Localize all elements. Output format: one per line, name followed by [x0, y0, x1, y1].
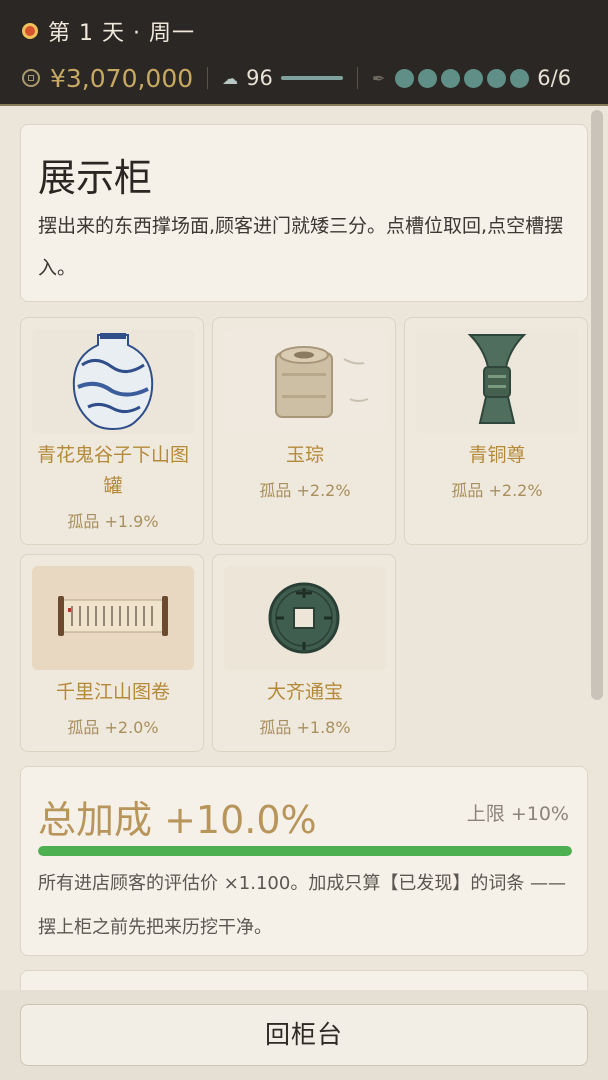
display-slot[interactable]: 玉琮 孤品 +2.2% [212, 317, 396, 545]
item-name: 千里江山图卷 [55, 681, 170, 703]
day-label: 第 1 天 · 周一 [48, 21, 195, 46]
slot-dot [487, 68, 507, 88]
money-value: ¥3,070,000 [50, 63, 194, 93]
reputation-bar [280, 76, 343, 80]
brush-icon: ✒ [371, 68, 386, 88]
divider [356, 67, 358, 89]
scroll-painting-image [32, 566, 194, 670]
display-slot[interactable]: 青花鬼谷子下山图罐 孤品 +1.9% [20, 317, 204, 545]
item-bonus: 孤品 +1.9% [67, 512, 159, 531]
display-slot[interactable]: 青铜尊 孤品 +2.2% [404, 317, 588, 545]
total-bonus-title: 总加成 +10.0% [38, 798, 317, 842]
back-to-counter-button[interactable]: 回柜台 [20, 1004, 588, 1066]
slot-dot [418, 68, 438, 88]
slot-dot [464, 68, 484, 88]
slot-dot [441, 68, 461, 88]
cloud-icon: ☁ [222, 68, 239, 88]
bonus-limit: 上限 +10% [466, 803, 569, 825]
total-bonus-card: 总加成 +10.0% 上限 +10% 所有进店顾客的评估价 ×1.100。加成只… [20, 766, 588, 956]
intro-card: 展示柜 摆出来的东西撑场面,顾客进门就矮三分。点槽位取回,点空槽摆入。 [20, 124, 588, 302]
slot-dot [510, 68, 530, 88]
jade-cong-image [224, 329, 386, 433]
slot-count: 6/6 [537, 66, 572, 90]
total-bonus-description: 所有进店顾客的评估价 ×1.100。加成只算【已发现】的词条 —— 摆上柜之前先… [38, 873, 567, 938]
coin-icon [22, 69, 40, 87]
reputation-value: 96 [246, 66, 273, 90]
status-bar: 第 1 天 · 周一 ¥3,070,000 ☁ 96 ✒ 6/6 [0, 0, 608, 106]
bronze-zun-image [416, 329, 578, 433]
bonus-progress-bar [38, 846, 572, 856]
item-name: 青花鬼谷子下山图罐 [36, 444, 189, 497]
item-name: 大齐通宝 [266, 681, 343, 703]
slot-dot [395, 68, 415, 88]
divider [207, 67, 209, 89]
item-name: 玉琮 [285, 444, 324, 466]
vase-image [32, 329, 194, 433]
item-bonus: 孤品 +1.8% [259, 718, 351, 737]
day-indicator: 第 1 天 · 周一 [22, 14, 195, 48]
bottom-bar: 回柜台 [0, 990, 608, 1080]
bonus-progress-fill [38, 846, 572, 856]
stats-row: ¥3,070,000 ☁ 96 ✒ 6/6 [22, 58, 592, 98]
scrollbar[interactable] [591, 110, 603, 700]
item-bonus: 孤品 +2.2% [259, 481, 351, 500]
item-bonus: 孤品 +2.0% [67, 718, 159, 737]
intro-description: 摆出来的东西撑场面,顾客进门就矮三分。点槽位取回,点空槽摆入。 [38, 215, 564, 279]
coin-image [224, 566, 386, 670]
display-slot[interactable]: 千里江山图卷 孤品 +2.0% [20, 554, 204, 752]
sun-icon [22, 23, 38, 39]
item-name: 青铜尊 [468, 444, 526, 466]
reputation-bar-fill [280, 76, 343, 80]
item-bonus: 孤品 +2.2% [451, 481, 543, 500]
display-slot[interactable]: 大齐通宝 孤品 +1.8% [212, 554, 396, 752]
slot-dots [395, 68, 530, 88]
page-title: 展示柜 [38, 156, 153, 200]
